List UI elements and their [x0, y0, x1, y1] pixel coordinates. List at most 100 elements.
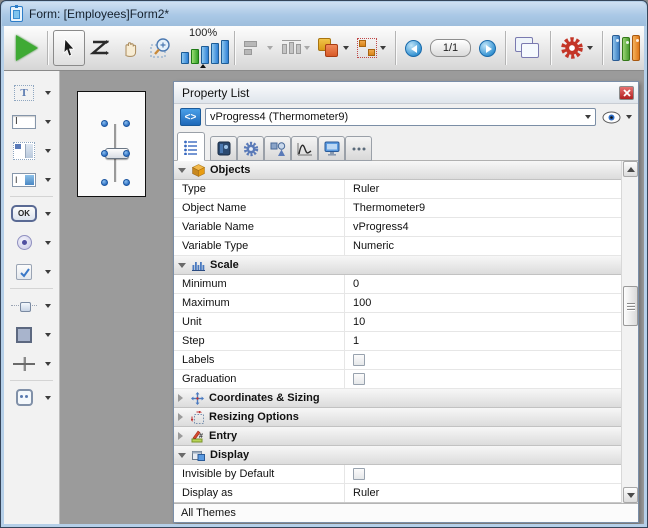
slider-tool[interactable] — [4, 291, 59, 320]
tab-settings[interactable] — [237, 136, 264, 161]
distribute-button[interactable] — [277, 30, 314, 66]
section-header-scale[interactable]: Scale — [174, 256, 621, 275]
selection-handle[interactable] — [123, 120, 130, 127]
zoom-bars[interactable] — [181, 40, 229, 64]
form-list-button[interactable] — [511, 30, 545, 66]
combobox-tool[interactable]: I — [4, 165, 59, 194]
property-row-object-name[interactable]: Object Name Thermometer9 — [174, 199, 621, 218]
chevron-down-icon[interactable] — [45, 178, 51, 182]
button-tool[interactable]: OK — [4, 199, 59, 228]
select-tool-button[interactable] — [53, 30, 85, 66]
rectangle-tool[interactable] — [4, 320, 59, 349]
form-canvas-page[interactable] — [77, 91, 146, 197]
selection-handle[interactable] — [101, 120, 108, 127]
object-selector-dropdown[interactable]: vProgress4 (Thermometer9) — [205, 108, 596, 126]
selection-handle[interactable] — [123, 179, 130, 186]
zoom-bar-1[interactable] — [181, 52, 189, 64]
level-button[interactable] — [314, 30, 353, 66]
property-row-display-as[interactable]: Display as Ruler — [174, 484, 621, 503]
property-row-variable-type[interactable]: Variable Type Numeric — [174, 237, 621, 256]
entry-order-button[interactable] — [85, 30, 115, 66]
property-value[interactable]: 10 — [345, 313, 621, 331]
section-header-display[interactable]: Display — [174, 446, 621, 465]
property-row-minimum[interactable]: Minimum 0 — [174, 275, 621, 294]
previous-page-button[interactable] — [401, 30, 426, 66]
section-header-objects[interactable]: Objects — [174, 161, 621, 180]
chevron-down-icon[interactable] — [45, 304, 51, 308]
listbox-tool[interactable] — [4, 136, 59, 165]
library-button[interactable] — [608, 30, 644, 66]
property-list-header[interactable]: Property List — [174, 82, 638, 104]
property-value[interactable]: Thermometer9 — [345, 199, 621, 217]
property-value[interactable]: Ruler — [345, 484, 621, 502]
tab-shapes[interactable] — [264, 136, 291, 161]
checkbox-unchecked[interactable] — [353, 468, 365, 480]
property-row-graduation[interactable]: Graduation — [174, 370, 621, 389]
property-label: Variable Type — [174, 237, 345, 255]
window-titlebar[interactable]: Form: [Employees]Form2* — [2, 2, 646, 26]
property-scrollbar[interactable] — [621, 161, 638, 503]
zoom-tool-button[interactable] — [145, 30, 177, 66]
checkbox-unchecked[interactable] — [353, 373, 365, 385]
property-row-maximum[interactable]: Maximum 100 — [174, 294, 621, 313]
tab-more[interactable] — [345, 136, 372, 161]
chevron-down-icon[interactable] — [45, 212, 51, 216]
tab-property-list[interactable] — [177, 132, 205, 161]
chevron-down-icon[interactable] — [45, 270, 51, 274]
chevron-down-icon[interactable] — [45, 396, 51, 400]
zoom-bar-5[interactable] — [221, 40, 229, 64]
tab-book[interactable] — [210, 136, 237, 161]
plugin-tool[interactable] — [4, 383, 59, 412]
object-selector-icon[interactable]: <> — [180, 108, 201, 126]
property-row-type[interactable]: Type Ruler — [174, 180, 621, 199]
chevron-down-icon[interactable] — [45, 120, 51, 124]
section-header-entry[interactable]: # Entry — [174, 427, 621, 446]
chevron-down-icon[interactable] — [45, 241, 51, 245]
property-row-invisible-by-default[interactable]: Invisible by Default — [174, 465, 621, 484]
selection-handle[interactable] — [123, 150, 130, 157]
section-header-coordinates[interactable]: Coordinates & Sizing — [174, 389, 621, 408]
input-tool[interactable]: I — [4, 107, 59, 136]
property-row-labels[interactable]: Labels — [174, 351, 621, 370]
radio-tool[interactable] — [4, 228, 59, 257]
next-page-button[interactable] — [475, 30, 500, 66]
group-button[interactable] — [353, 30, 390, 66]
zoom-bar-current[interactable] — [191, 49, 199, 64]
zoom-level-control[interactable]: 100% — [181, 28, 229, 68]
tab-events[interactable] — [291, 136, 318, 161]
tab-display[interactable] — [318, 136, 345, 161]
property-value[interactable]: 100 — [345, 294, 621, 312]
property-row-variable-name[interactable]: Variable Name vProgress4 — [174, 218, 621, 237]
chevron-down-icon[interactable] — [45, 91, 51, 95]
zoom-bar-4[interactable] — [211, 43, 219, 64]
selection-handle[interactable] — [101, 179, 108, 186]
text-tool[interactable]: T — [4, 78, 59, 107]
scroll-up-button[interactable] — [623, 161, 638, 177]
property-value[interactable]: vProgress4 — [345, 218, 621, 236]
chevron-down-icon[interactable] — [45, 362, 51, 366]
property-row-step[interactable]: Step 1 — [174, 332, 621, 351]
property-value[interactable]: 0 — [345, 275, 621, 293]
execute-form-button[interactable] — [12, 30, 42, 66]
chevron-down-icon[interactable] — [45, 149, 51, 153]
scrollbar-thumb[interactable] — [623, 286, 638, 326]
visibility-menu-button[interactable] — [600, 111, 632, 124]
checkbox-unchecked[interactable] — [353, 354, 365, 366]
move-tool-button[interactable] — [115, 30, 145, 66]
splitter-tool[interactable] — [4, 349, 59, 378]
chevron-down-icon — [585, 115, 591, 119]
section-header-resizing[interactable]: Resizing Options — [174, 408, 621, 427]
close-button[interactable] — [619, 86, 634, 100]
themes-status-bar[interactable]: All Themes — [174, 503, 638, 522]
property-value[interactable]: 1 — [345, 332, 621, 350]
page-indicator[interactable]: 1/1 — [430, 39, 471, 57]
property-value[interactable]: Ruler — [345, 180, 621, 198]
zoom-bar-3[interactable] — [201, 46, 209, 64]
property-row-unit[interactable]: Unit 10 — [174, 313, 621, 332]
selection-handle[interactable] — [101, 150, 108, 157]
settings-button[interactable] — [556, 30, 597, 66]
chevron-down-icon[interactable] — [45, 333, 51, 337]
checkbox-tool[interactable] — [4, 257, 59, 286]
property-value[interactable]: Numeric — [345, 237, 621, 255]
scroll-down-button[interactable] — [623, 487, 638, 503]
